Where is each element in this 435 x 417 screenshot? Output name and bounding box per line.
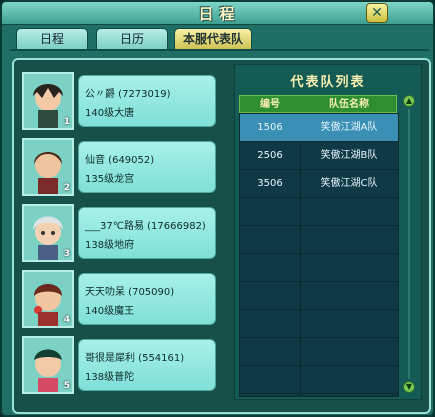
player-name: 天天叻呆 (705090) (85, 287, 175, 298)
player-name: ___37℃路易 (17666982) (85, 221, 206, 232)
tab-server-team[interactable]: 本服代表队 (174, 28, 252, 49)
table-row[interactable]: 3506 笑傲江湖C队 (240, 170, 398, 198)
team-id: 3506 (257, 178, 283, 189)
scroll-down-button[interactable]: ▼ (403, 381, 415, 393)
player-card[interactable]: 5 哥很是犀利 (554161) 138级普陀 (22, 336, 218, 394)
table-row (240, 366, 398, 394)
table-row[interactable]: 1506 笑傲江湖A队 (240, 114, 398, 142)
chevron-up-icon: ▲ (405, 96, 413, 105)
player-avatar: 1 (22, 72, 74, 130)
player-info: 天天叻呆 (705090) 140级魔王 (78, 273, 216, 325)
player-level: 138级普陀 (85, 372, 135, 383)
team-name: 笑傲江湖C队 (320, 178, 378, 189)
column-name-header: 队伍名称 (329, 99, 369, 110)
player-avatar: 5 (22, 336, 74, 394)
player-avatar: 4 (22, 270, 74, 328)
team-table-header: 编号 队伍名称 (239, 95, 397, 113)
player-level: 140级大唐 (85, 108, 135, 119)
tab-bar: 日程 日历 本服代表队 (2, 28, 433, 50)
player-level: 140级魔王 (85, 306, 135, 317)
player-list: 1 公〃爵 (7273019) 140级大唐 2 仙音 (649052) 1 3 5 (16, 64, 224, 404)
player-info: 仙音 (649052) 135级龙宫 (78, 141, 216, 193)
chevron-down-icon: ▼ (405, 382, 413, 391)
tab-calendar[interactable]: 日历 (96, 28, 168, 49)
player-info: 哥很是犀利 (554161) 138级普陀 (78, 339, 216, 391)
rank-badge: 4 (63, 315, 70, 325)
tab-schedule[interactable]: 日程 (16, 28, 88, 49)
player-info: ___37℃路易 (17666982) 138级地府 (78, 207, 216, 259)
close-icon: ✕ (371, 5, 383, 21)
scroll-track[interactable] (408, 109, 410, 379)
team-name: 笑傲江湖A队 (320, 122, 378, 133)
player-name: 哥很是犀利 (554161) (85, 353, 185, 364)
player-level: 138级地府 (85, 240, 135, 251)
rank-badge: 3 (63, 249, 70, 259)
player-card[interactable]: 3 ___37℃路易 (17666982) 138级地府 (22, 204, 218, 262)
scroll-up-button[interactable]: ▲ (403, 95, 415, 107)
rank-badge: 2 (63, 183, 70, 193)
tab-divider (10, 49, 429, 51)
team-panel: 代表队列表 编号 队伍名称 1506 笑傲江湖A队 2506 笑傲江湖B队 35… (234, 64, 422, 400)
table-row (240, 310, 398, 338)
player-info: 公〃爵 (7273019) 140级大唐 (78, 75, 216, 127)
player-name: 公〃爵 (7273019) (85, 89, 171, 100)
table-row (240, 338, 398, 366)
player-card[interactable]: 1 公〃爵 (7273019) 140级大唐 (22, 72, 218, 130)
player-name: 仙音 (649052) (85, 155, 155, 166)
rank-badge: 5 (63, 381, 70, 391)
title-bar: 日程 ✕ (2, 2, 433, 25)
team-panel-title: 代表队列表 (290, 75, 366, 90)
close-button[interactable]: ✕ (366, 3, 388, 23)
schedule-window: 日程 ✕ 日程 日历 本服代表队 1 公〃爵 (7273019) 140级大唐 (0, 0, 435, 417)
table-row (240, 226, 398, 254)
team-table: 1506 笑傲江湖A队 2506 笑傲江湖B队 3506 笑傲江湖C队 (239, 113, 399, 397)
player-avatar: 3 (22, 204, 74, 262)
rank-badge: 1 (63, 117, 70, 127)
player-card[interactable]: 4 天天叻呆 (705090) 140级魔王 (22, 270, 218, 328)
team-id: 2506 (257, 150, 283, 161)
column-id-header: 编号 (260, 99, 280, 110)
player-card[interactable]: 2 仙音 (649052) 135级龙宫 (22, 138, 218, 196)
table-row (240, 282, 398, 310)
table-row (240, 198, 398, 226)
team-id: 1506 (257, 122, 283, 133)
team-name: 笑傲江湖B队 (320, 150, 378, 161)
team-table-scrollbar[interactable]: ▲ ▼ (403, 95, 415, 393)
table-row[interactable]: 2506 笑傲江湖B队 (240, 142, 398, 170)
player-avatar: 2 (22, 138, 74, 196)
table-row (240, 254, 398, 282)
player-level: 135级龙宫 (85, 174, 135, 185)
